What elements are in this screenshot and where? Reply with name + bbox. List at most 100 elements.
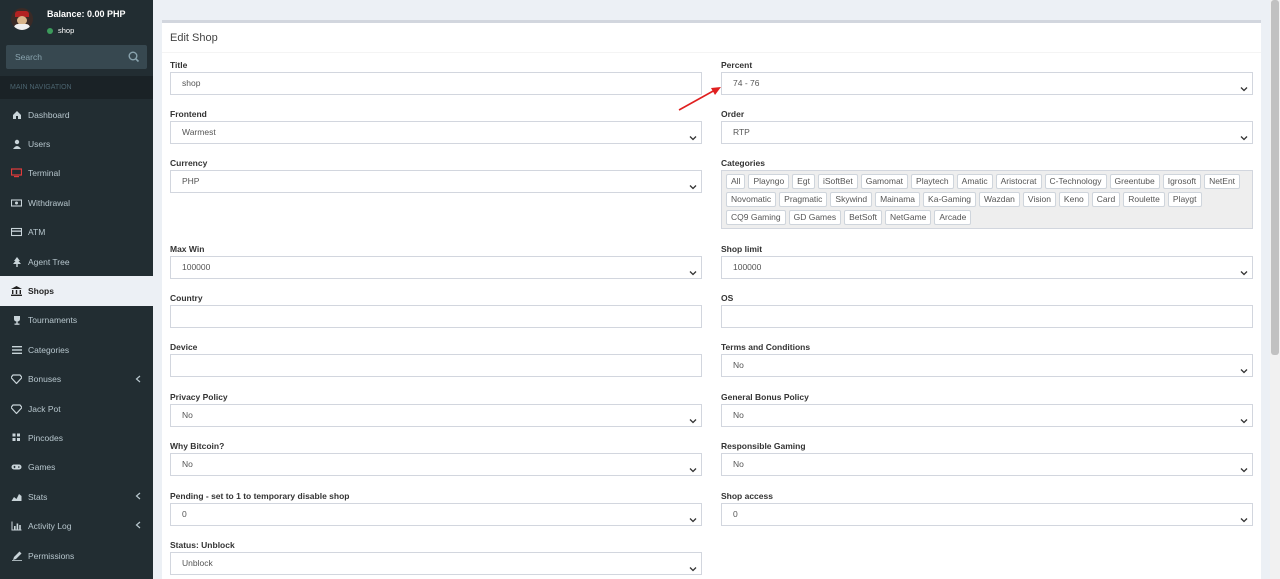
responsible-label: Responsible Gaming xyxy=(721,441,806,451)
search-input[interactable] xyxy=(6,45,124,69)
chevron-down-icon xyxy=(1240,461,1248,473)
sidebar-item-label: Withdrawal xyxy=(28,197,71,208)
frontend-select[interactable]: Warmest xyxy=(170,121,702,144)
status-value: Unblock xyxy=(182,558,213,568)
category-tag[interactable]: Arcade xyxy=(934,210,972,225)
why-bitcoin-label: Why Bitcoin? xyxy=(170,441,225,451)
os-input[interactable] xyxy=(721,305,1253,328)
sidebar-item-terminal[interactable]: Terminal xyxy=(0,159,153,188)
chevron-down-icon xyxy=(689,412,697,424)
category-tag[interactable]: Vision xyxy=(1022,192,1056,207)
device-input[interactable] xyxy=(170,354,702,377)
terms-select[interactable]: No xyxy=(721,354,1253,377)
search-icon[interactable] xyxy=(127,50,141,64)
gamepad-icon xyxy=(11,462,22,473)
sidebar-item-games[interactable]: Games xyxy=(0,453,153,482)
sidebar-item-bonuses[interactable]: Bonuses xyxy=(0,365,153,394)
category-tag[interactable]: Skywind xyxy=(830,192,873,207)
title-input[interactable]: shop xyxy=(170,72,702,95)
category-tag[interactable]: Card xyxy=(1091,192,1121,207)
tree-icon xyxy=(11,256,22,267)
sidebar-item-atm[interactable]: ATM xyxy=(0,218,153,247)
sidebar-item-tournaments[interactable]: Tournaments xyxy=(0,306,153,335)
avatar xyxy=(11,8,33,30)
why-bitcoin-value: No xyxy=(182,459,193,469)
sidebar-item-label: Terminal xyxy=(28,168,61,179)
category-tag[interactable]: Roulette xyxy=(1123,192,1165,207)
sidebar-item-label: Activity Log xyxy=(28,521,72,532)
sidebar-item-jack-pot[interactable]: Jack Pot xyxy=(0,394,153,423)
category-tag[interactable]: Amatic xyxy=(956,174,993,189)
sidebar-item-activity-log[interactable]: Activity Log xyxy=(0,511,153,540)
grid-icon xyxy=(11,432,22,443)
user-panel: Balance: 0.00 PHP shop xyxy=(0,0,153,40)
shop-access-label: Shop access xyxy=(721,491,773,501)
sidebar-item-label: Stats xyxy=(28,491,48,502)
category-tag[interactable]: Wazdan xyxy=(979,192,1020,207)
order-select[interactable]: RTP xyxy=(721,121,1253,144)
sidebar-item-label: Bonuses xyxy=(28,374,62,385)
privacy-select[interactable]: No xyxy=(170,404,702,427)
currency-select[interactable]: PHP xyxy=(170,170,702,193)
category-tag[interactable]: BetSoft xyxy=(844,210,883,225)
sidebar: Balance: 0.00 PHP shop MAIN NAVIGATION D… xyxy=(0,0,153,579)
sidebar-item-permissions[interactable]: Permissions xyxy=(0,541,153,570)
categories-multiselect[interactable]: All Playngo Egt iSoftBet Gamomat Playtech Amat… xyxy=(721,170,1253,229)
privacy-value: No xyxy=(182,410,193,420)
sidebar-item-label: Jack Pot xyxy=(28,403,61,414)
category-tag[interactable]: Igrosoft xyxy=(1162,174,1202,189)
credit-card-icon xyxy=(11,227,22,238)
bonus-policy-select[interactable]: No xyxy=(721,404,1253,427)
category-tag[interactable]: C-Technology xyxy=(1044,174,1107,189)
country-input[interactable] xyxy=(170,305,702,328)
shop-access-select[interactable]: 0 xyxy=(721,503,1253,526)
category-tag[interactable]: Keno xyxy=(1058,192,1089,207)
category-tag[interactable]: Gamomat xyxy=(860,174,909,189)
category-tag[interactable]: Egt xyxy=(792,174,815,189)
balance-text: Balance: 0.00 PHP xyxy=(47,9,126,19)
sidebar-item-label: Permissions xyxy=(28,550,75,561)
category-tag[interactable]: Aristocrat xyxy=(995,174,1042,189)
why-bitcoin-select[interactable]: No xyxy=(170,453,702,476)
page-scrollbar[interactable] xyxy=(1270,0,1280,579)
category-tag[interactable]: Pragmatic xyxy=(779,192,828,207)
order-value: RTP xyxy=(733,127,750,137)
user-status: shop xyxy=(47,26,74,35)
chevron-down-icon xyxy=(689,560,697,572)
responsible-select[interactable]: No xyxy=(721,453,1253,476)
category-tag[interactable]: Playtech xyxy=(911,174,954,189)
category-tag[interactable]: Greentube xyxy=(1109,174,1160,189)
diamond-icon xyxy=(11,403,22,414)
max-win-select[interactable]: 100000 xyxy=(170,256,702,279)
category-tag[interactable]: NetEnt xyxy=(1204,174,1241,189)
shop-limit-select[interactable]: 100000 xyxy=(721,256,1253,279)
sidebar-item-stats[interactable]: Stats xyxy=(0,482,153,511)
percent-select[interactable]: 74 - 76 xyxy=(721,72,1253,95)
chevron-left-icon xyxy=(135,375,141,385)
category-tag[interactable]: Playngo xyxy=(748,174,790,189)
sidebar-item-categories[interactable]: Categories xyxy=(0,335,153,364)
chevron-down-icon xyxy=(689,511,697,523)
sidebar-item-withdrawal[interactable]: Withdrawal xyxy=(0,188,153,217)
category-tag[interactable]: iSoftBet xyxy=(817,174,858,189)
category-tag[interactable]: CQ9 Gaming xyxy=(726,210,786,225)
pending-select[interactable]: 0 xyxy=(170,503,702,526)
status-select[interactable]: Unblock xyxy=(170,552,702,575)
chevron-down-icon xyxy=(1240,511,1248,523)
category-tag[interactable]: Ka-Gaming xyxy=(923,192,977,207)
category-tag[interactable]: NetGame xyxy=(885,210,932,225)
category-tag[interactable]: GD Games xyxy=(788,210,842,225)
sidebar-item-agent-tree[interactable]: Agent Tree xyxy=(0,247,153,276)
country-label: Country xyxy=(170,293,203,303)
category-tag[interactable]: Novomatic xyxy=(726,192,777,207)
category-tag[interactable]: Mainama xyxy=(875,192,921,207)
category-tag[interactable]: All xyxy=(726,174,746,189)
main-content: Edit Shop Title shop Frontend Warmest Cu… xyxy=(153,0,1270,579)
pen-icon xyxy=(11,550,22,561)
sidebar-item-shops[interactable]: Shops xyxy=(0,276,153,306)
sidebar-item-dashboard[interactable]: Dashboard xyxy=(0,100,153,129)
sidebar-item-users[interactable]: Users xyxy=(0,129,153,158)
category-tag[interactable]: Playgt xyxy=(1167,192,1202,207)
sidebar-item-pincodes[interactable]: Pincodes xyxy=(0,423,153,452)
scrollbar-thumb[interactable] xyxy=(1271,0,1279,355)
